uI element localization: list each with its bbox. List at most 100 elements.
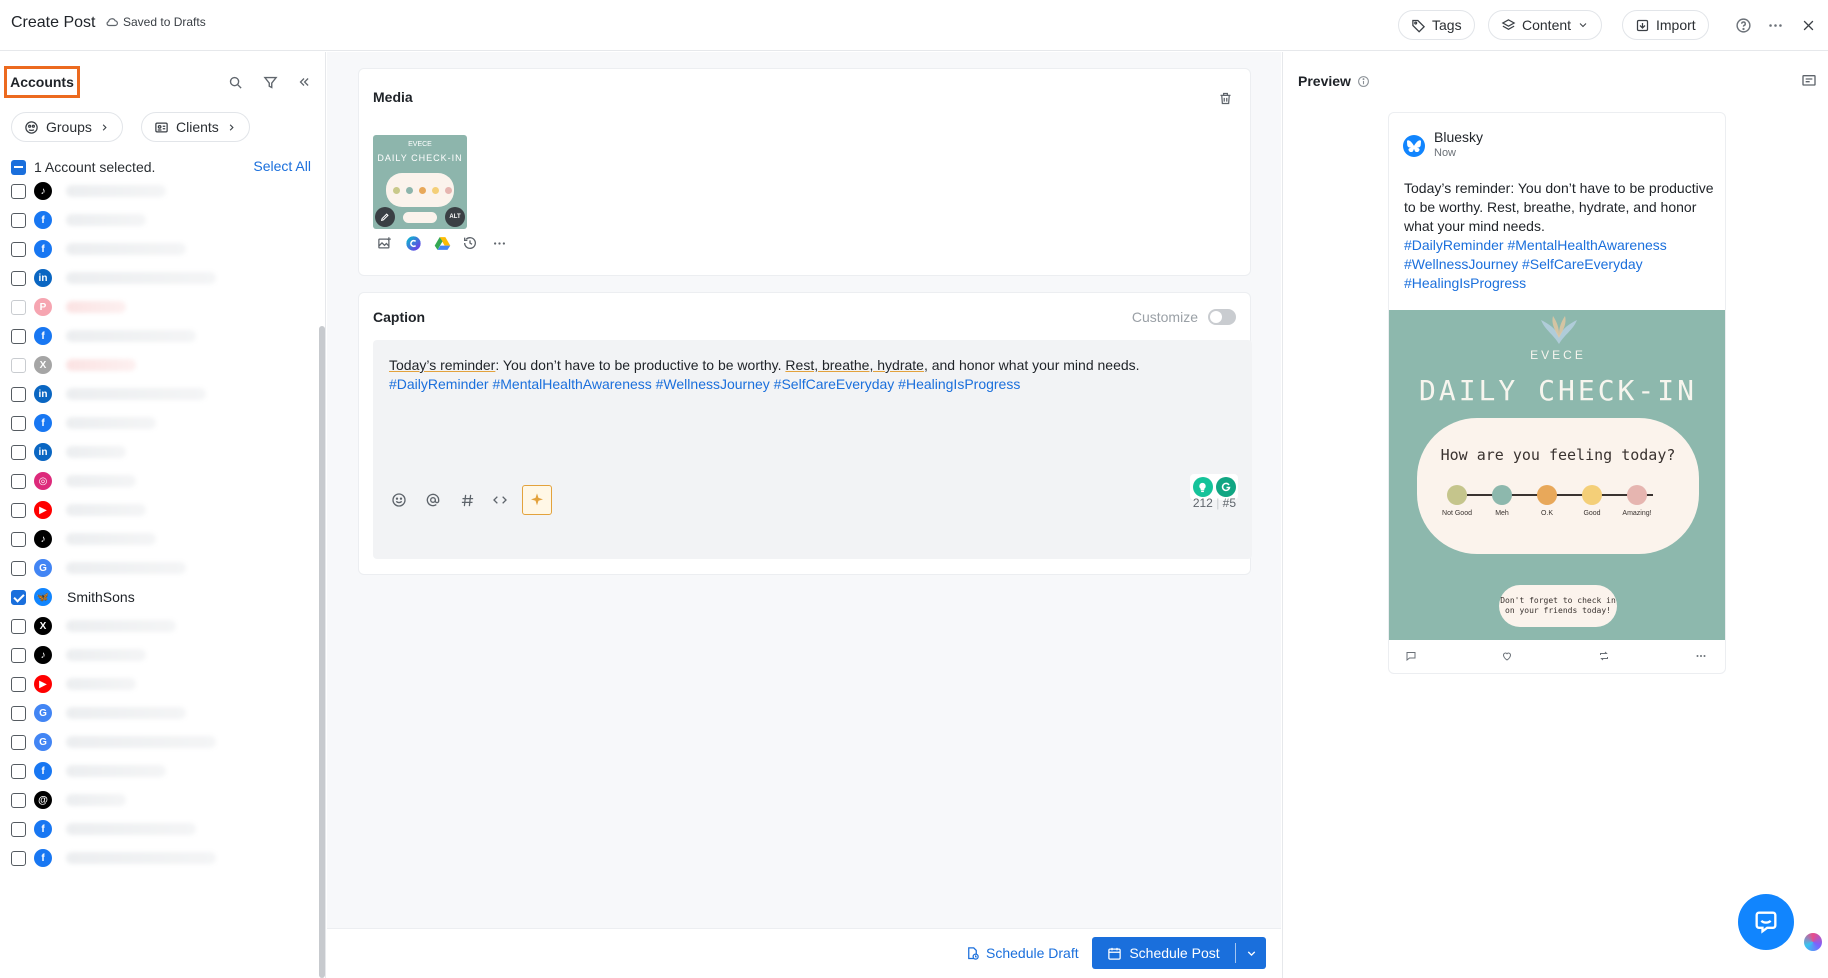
calendar-icon xyxy=(1107,946,1122,961)
caption-editor[interactable]: Today’s reminder: You don’t have to be p… xyxy=(373,340,1252,559)
youtube-icon: ▶ xyxy=(34,675,52,693)
history-icon[interactable] xyxy=(459,232,481,254)
tags-button[interactable]: Tags xyxy=(1398,10,1475,40)
help-icon[interactable] xyxy=(1732,14,1754,36)
clients-label: Clients xyxy=(176,119,219,135)
account-row[interactable]: @ xyxy=(11,789,311,811)
content-dropdown[interactable]: Content xyxy=(1488,10,1603,40)
assistant-bulb-icon[interactable] xyxy=(1192,477,1213,497)
canva-icon[interactable] xyxy=(402,232,424,254)
import-button[interactable]: Import xyxy=(1622,10,1709,40)
add-image-icon[interactable] xyxy=(373,232,395,254)
account-checkbox[interactable] xyxy=(11,734,26,750)
account-row[interactable]: in xyxy=(11,383,311,405)
account-row[interactable]: ♪ xyxy=(11,528,311,550)
account-checkbox[interactable] xyxy=(11,183,26,199)
emoji-icon[interactable] xyxy=(388,489,410,511)
account-row[interactable]: in xyxy=(11,267,311,289)
chat-support-button[interactable] xyxy=(1738,894,1794,950)
more-options-icon[interactable] xyxy=(1764,14,1786,36)
account-row[interactable]: G xyxy=(11,557,311,579)
account-row[interactable]: ▶ xyxy=(11,499,311,521)
edit-media-icon[interactable] xyxy=(375,207,395,227)
account-row[interactable]: G xyxy=(11,731,311,753)
accounts-scrollbar[interactable] xyxy=(319,326,325,978)
close-icon[interactable] xyxy=(1797,14,1819,36)
account-row[interactable]: ♪ xyxy=(11,644,311,666)
account-row[interactable]: ◎ xyxy=(11,470,311,492)
account-row[interactable]: ▶ xyxy=(11,673,311,695)
account-checkbox[interactable] xyxy=(11,763,26,779)
groups-filter[interactable]: Groups xyxy=(11,112,123,142)
code-icon[interactable] xyxy=(489,489,511,511)
account-row[interactable]: G xyxy=(11,702,311,724)
account-row[interactable]: 🦋 SmithSons xyxy=(11,586,311,608)
account-row[interactable]: f xyxy=(11,238,311,260)
account-checkbox[interactable] xyxy=(11,850,26,866)
ai-assistant-button[interactable] xyxy=(522,485,552,515)
comments-panel-icon[interactable] xyxy=(1798,70,1820,92)
info-icon[interactable] xyxy=(1357,75,1370,88)
account-checkbox[interactable] xyxy=(11,386,26,402)
layers-icon xyxy=(1501,18,1516,33)
account-checkbox[interactable] xyxy=(11,792,26,808)
search-icon[interactable] xyxy=(225,72,245,92)
grammarly-icon[interactable] xyxy=(1215,477,1236,497)
hashtag-icon[interactable] xyxy=(456,489,478,511)
account-checkbox[interactable] xyxy=(11,328,26,344)
alt-text-badge[interactable]: ALT xyxy=(445,207,465,227)
account-checkbox[interactable] xyxy=(11,647,26,663)
account-row[interactable]: f xyxy=(11,818,311,840)
collapse-icon[interactable] xyxy=(294,72,314,92)
schedule-post-label: Schedule Post xyxy=(1129,945,1220,961)
schedule-post-button[interactable]: Schedule Post xyxy=(1092,943,1236,963)
filter-icon[interactable] xyxy=(260,72,280,92)
schedule-options-dropdown[interactable] xyxy=(1236,947,1266,960)
account-checkbox[interactable] xyxy=(11,821,26,837)
customize-toggle[interactable] xyxy=(1208,309,1236,325)
account-name-redacted xyxy=(66,475,136,487)
account-row[interactable]: f xyxy=(11,209,311,231)
account-name-redacted xyxy=(66,185,166,197)
trash-icon[interactable] xyxy=(1214,87,1236,109)
account-checkbox[interactable] xyxy=(11,357,26,373)
account-checkbox[interactable] xyxy=(11,676,26,692)
account-checkbox[interactable] xyxy=(11,415,26,431)
account-row[interactable]: in xyxy=(11,441,311,463)
account-row[interactable]: f xyxy=(11,760,311,782)
bluesky-icon: 🦋 xyxy=(34,588,52,606)
customize-label: Customize xyxy=(1131,309,1198,325)
account-row[interactable]: f xyxy=(11,847,311,869)
account-checkbox[interactable] xyxy=(11,270,26,286)
mention-icon[interactable] xyxy=(422,489,444,511)
account-row[interactable]: f xyxy=(11,412,311,434)
groups-label: Groups xyxy=(46,119,92,135)
account-checkbox[interactable] xyxy=(11,589,26,605)
select-all-link[interactable]: Select All xyxy=(253,158,311,174)
account-row[interactable]: f xyxy=(11,325,311,347)
account-row[interactable]: X xyxy=(11,354,311,376)
account-checkbox[interactable] xyxy=(11,502,26,518)
mood-label: O.K xyxy=(1540,510,1554,517)
schedule-draft-button[interactable]: Schedule Draft xyxy=(965,945,1079,961)
more-media-options-icon[interactable] xyxy=(488,232,510,254)
account-checkbox[interactable] xyxy=(11,444,26,460)
select-indeterminate-checkbox[interactable] xyxy=(11,159,26,175)
account-row[interactable]: P xyxy=(11,296,311,318)
account-checkbox[interactable] xyxy=(11,531,26,547)
saved-status-label: Saved to Drafts xyxy=(123,15,206,29)
account-checkbox[interactable] xyxy=(11,560,26,576)
account-checkbox[interactable] xyxy=(11,241,26,257)
account-checkbox[interactable] xyxy=(11,705,26,721)
account-checkbox[interactable] xyxy=(11,299,26,315)
account-name-redacted xyxy=(66,794,126,806)
account-row[interactable]: X xyxy=(11,615,311,637)
account-checkbox[interactable] xyxy=(11,618,26,634)
account-checkbox[interactable] xyxy=(11,212,26,228)
caption-text[interactable]: Today’s reminder: You don’t have to be p… xyxy=(389,356,1229,394)
account-checkbox[interactable] xyxy=(11,473,26,489)
media-thumbnail[interactable]: EVECE DAILY CHECK-IN ALT xyxy=(373,135,467,229)
google-drive-icon[interactable] xyxy=(431,232,453,254)
clients-filter[interactable]: Clients xyxy=(141,112,250,142)
account-row[interactable]: ♪ xyxy=(11,180,311,202)
